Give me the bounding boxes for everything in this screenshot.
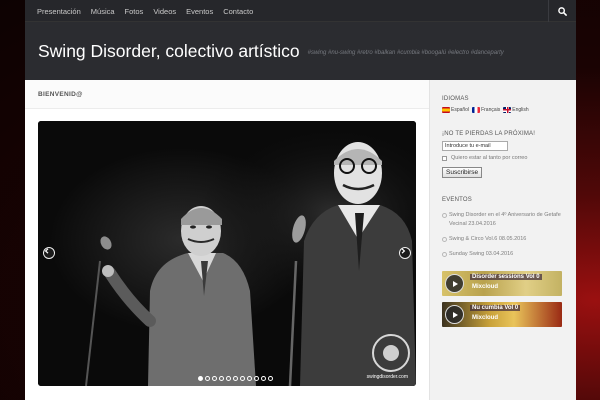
play-icon xyxy=(452,280,458,287)
site-title[interactable]: Swing Disorder, colectivo artístico xyxy=(38,41,300,62)
events-title: EVENTOS xyxy=(442,197,472,203)
nav-item-videos[interactable]: Videos xyxy=(153,7,176,16)
image-slider[interactable]: swingdisorder.com xyxy=(38,121,416,386)
slide-photo xyxy=(38,121,416,386)
site-tagline: #swing #nu-swing #retro #balkan #cumbia … xyxy=(307,50,504,56)
slider-next-button[interactable] xyxy=(399,247,411,259)
slider-dot[interactable] xyxy=(254,376,259,381)
site-header: Swing Disorder, colectivo artístico #swi… xyxy=(25,22,576,80)
slider-dot[interactable] xyxy=(261,376,266,381)
site-wrapper: Presentación Música Fotos Videos Eventos… xyxy=(25,0,576,400)
top-nav: Presentación Música Fotos Videos Eventos… xyxy=(25,0,576,22)
search-icon xyxy=(558,6,567,16)
language-fr-link[interactable]: Français xyxy=(472,107,500,113)
mixcloud-player[interactable]: Disorder sessions Vol 0 Mixcloud xyxy=(442,271,562,296)
france-flag-icon xyxy=(472,107,481,113)
slider-pagination xyxy=(198,376,275,381)
languages-title: IDIOMAS xyxy=(442,96,469,102)
slider-prev-button[interactable] xyxy=(43,247,55,259)
slide-watermark: swingdisorder.com xyxy=(366,374,408,380)
uk-flag-icon xyxy=(503,107,512,113)
newsletter-widget: ¡NO TE PIERDAS LA PRÓXIMA! Quiero estar … xyxy=(442,131,564,179)
mixcloud-widget: Disorder sessions Vol 0 Mixcloud Nu cumb… xyxy=(442,271,564,327)
nav-item-fotos[interactable]: Fotos xyxy=(125,7,144,16)
email-field[interactable] xyxy=(442,141,508,151)
chevron-right-icon xyxy=(401,248,406,254)
page-title: BIENVENID@ xyxy=(38,90,83,98)
chevron-left-icon xyxy=(44,248,49,254)
newsletter-title: ¡NO TE PIERDAS LA PRÓXIMA! xyxy=(442,131,536,137)
spain-flag-icon xyxy=(442,107,450,113)
language-label: Español xyxy=(451,107,470,113)
event-link[interactable]: Swing Disorder en el 4º Aniversario de G… xyxy=(442,211,564,229)
slider-dot[interactable] xyxy=(198,376,203,381)
slider-dot[interactable] xyxy=(233,376,238,381)
events-widget: EVENTOS Swing Disorder en el 4º Aniversa… xyxy=(442,197,564,259)
main-content: BIENVENID@ swingdisorder.com xyxy=(25,80,429,400)
mix-title[interactable]: Disorder sessions Vol 0 xyxy=(470,274,542,280)
language-label: Français xyxy=(481,107,501,113)
slider-dot[interactable] xyxy=(219,376,224,381)
nav-item-eventos[interactable]: Eventos xyxy=(186,7,213,16)
search-button[interactable] xyxy=(548,0,576,22)
subscribe-checkbox[interactable] xyxy=(442,155,447,161)
mix-title[interactable]: Nu cumbia Vol 0 xyxy=(470,305,521,311)
checkbox-label: Quiero estar al tanto por correo xyxy=(451,155,528,161)
slider-dot[interactable] xyxy=(247,376,252,381)
subscribe-button[interactable]: Suscribirse xyxy=(442,167,483,178)
language-en-link[interactable]: English xyxy=(503,107,529,113)
language-label: English xyxy=(512,107,529,113)
slider-dot[interactable] xyxy=(240,376,245,381)
slider-dot[interactable] xyxy=(268,376,273,381)
slider-dot[interactable] xyxy=(205,376,210,381)
play-icon xyxy=(452,311,458,318)
languages-widget: IDIOMAS Español Français English xyxy=(442,96,564,113)
nav-item-musica[interactable]: Música xyxy=(91,7,115,16)
nav-item-presentacion[interactable]: Presentación xyxy=(37,7,81,16)
play-button[interactable] xyxy=(445,274,464,293)
mixcloud-logo: Mixcloud xyxy=(472,284,499,290)
page-title-bar: BIENVENID@ xyxy=(25,80,429,109)
event-link[interactable]: Sunday Swing 03.04.2016 xyxy=(442,250,564,259)
mixcloud-player[interactable]: Nu cumbia Vol 0 Mixcloud xyxy=(442,302,562,327)
slider-dot[interactable] xyxy=(212,376,217,381)
sidebar: IDIOMAS Español Français English ¡NO TE … xyxy=(429,80,576,400)
event-link[interactable]: Swing & Circo Vol.6 08.05.2016 xyxy=(442,235,564,244)
mixcloud-logo: Mixcloud xyxy=(472,315,499,321)
language-es-link[interactable]: Español xyxy=(442,107,469,113)
play-button[interactable] xyxy=(445,305,464,324)
nav-item-contacto[interactable]: Contacto xyxy=(223,7,253,16)
slider-dot[interactable] xyxy=(226,376,231,381)
